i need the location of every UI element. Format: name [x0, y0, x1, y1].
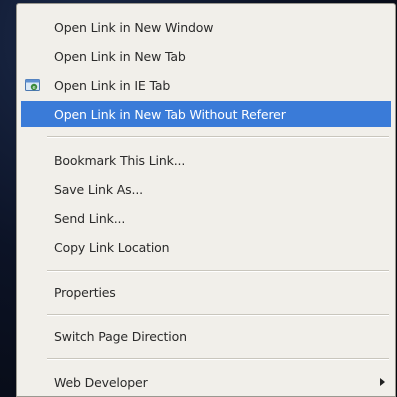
menu-item-copy-link-location[interactable]: Copy Link Location: [21, 234, 391, 260]
menu-item-label: Save Link As...: [54, 181, 143, 197]
menu-item-switch-page-direction[interactable]: Switch Page Direction: [21, 323, 391, 349]
menu-item-label: Send Link...: [54, 210, 126, 226]
menu-item-label: Open Link in New Tab: [54, 48, 186, 64]
menu-item-save-link-as[interactable]: Save Link As...: [21, 176, 391, 202]
menu-item-label: Open Link in IE Tab: [54, 77, 171, 93]
menu-item-label: Open Link in New Window: [54, 19, 214, 35]
menu-item-label: Web Developer: [54, 374, 148, 390]
menu-item-open-new-window[interactable]: Open Link in New Window: [21, 14, 391, 40]
menu-item-label: Open Link in New Tab Without Referer: [54, 106, 286, 122]
menu-item-label: Bookmark This Link...: [54, 152, 186, 168]
submenu-arrow-icon: [380, 378, 385, 386]
menu-separator: [47, 270, 389, 272]
context-menu: Open Link in New Window Open Link in New…: [16, 3, 396, 397]
menu-item-open-new-tab[interactable]: Open Link in New Tab: [21, 43, 391, 69]
menu-item-label: Copy Link Location: [54, 239, 170, 255]
menu-item-label: Properties: [54, 284, 116, 300]
menu-item-properties[interactable]: Properties: [21, 279, 391, 305]
menu-item-send-link[interactable]: Send Link...: [21, 205, 391, 231]
menu-separator: [47, 136, 389, 138]
menu-item-bookmark-link[interactable]: Bookmark This Link...: [21, 147, 391, 173]
menu-separator: [47, 314, 389, 316]
menu-item-web-developer[interactable]: Web Developer: [21, 369, 391, 395]
menu-item-open-new-tab-without-referer[interactable]: Open Link in New Tab Without Referer: [21, 101, 391, 127]
ie-tab-icon: e: [25, 79, 40, 91]
menu-separator: [47, 358, 389, 360]
menu-item-label: Switch Page Direction: [54, 328, 187, 344]
menu-item-open-ie-tab[interactable]: e Open Link in IE Tab: [21, 72, 391, 98]
svg-text:e: e: [33, 85, 36, 91]
